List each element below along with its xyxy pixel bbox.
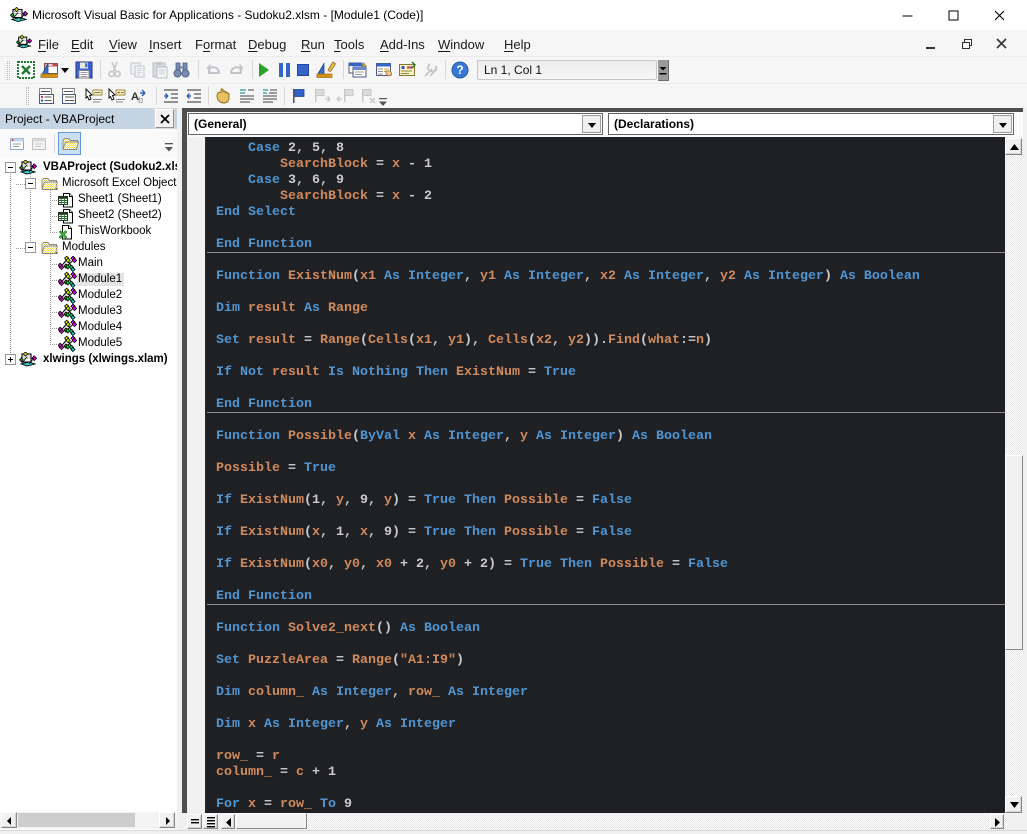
svg-text:b: b — [138, 95, 143, 105]
svg-text:?: ? — [456, 63, 463, 77]
